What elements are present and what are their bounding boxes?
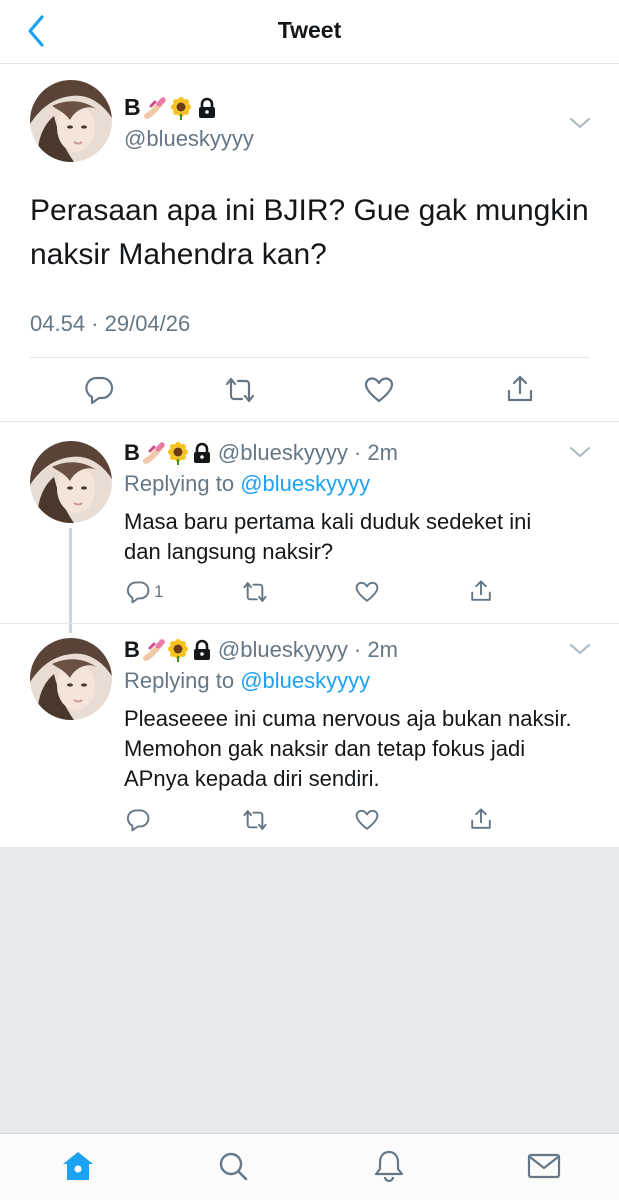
tweet-actions	[0, 804, 619, 840]
handle-and-time: @blueskyyyy · 2m	[217, 637, 398, 662]
reply-header: B @blueskyyyy · 2m	[124, 440, 398, 466]
reply-count: 1	[154, 582, 164, 601]
avatar[interactable]	[30, 80, 112, 162]
reply-icon[interactable]	[84, 376, 114, 404]
tweet-text: Perasaan apa ini BJIR? Gue gak mungkin n…	[30, 194, 589, 271]
display-name-text: B	[124, 440, 140, 465]
like-icon[interactable]	[355, 580, 379, 604]
replying-to: Replying to @blueskyyyy	[124, 471, 370, 497]
reply-header: B @blueskyyyy · 2m	[124, 637, 398, 663]
replying-to-label: Replying to	[124, 668, 235, 693]
home-icon	[61, 1150, 95, 1187]
nail-polish-icon	[142, 638, 166, 662]
display-name: B	[124, 94, 219, 121]
mail-icon	[527, 1152, 561, 1185]
lock-icon	[190, 638, 214, 662]
tweet-text: Masa baru pertama kali duduk sedeket ini…	[124, 509, 532, 564]
share-icon[interactable]	[505, 374, 535, 404]
replying-to-label: Replying to	[124, 471, 235, 496]
chevron-down-icon[interactable]	[568, 641, 592, 657]
replying-to-handle[interactable]: @blueskyyyy	[240, 668, 370, 693]
chevron-down-icon[interactable]	[568, 115, 592, 131]
reply-button[interactable]: 1	[126, 580, 163, 604]
lock-icon	[195, 96, 219, 120]
divider	[30, 357, 590, 358]
nail-polish-icon	[143, 96, 167, 120]
tab-messages[interactable]	[524, 1148, 564, 1188]
reply-icon[interactable]	[126, 808, 150, 832]
sunflower-icon	[166, 638, 190, 662]
display-name-text: B	[124, 94, 141, 120]
avatar[interactable]	[30, 441, 112, 523]
tweet-text: Pleaseeee ini cuma nervous aja bukan nak…	[124, 706, 572, 791]
tab-notifications[interactable]	[369, 1148, 409, 1188]
tab-search[interactable]	[213, 1148, 253, 1188]
tweet-timestamp: 04.54 · 29/04/26	[30, 311, 191, 336]
tab-home[interactable]	[58, 1148, 98, 1188]
handle[interactable]: @blueskyyyy	[124, 126, 254, 152]
retweet-icon[interactable]	[224, 376, 256, 404]
sunflower-icon	[166, 441, 190, 465]
chevron-down-icon[interactable]	[568, 444, 592, 460]
tweet-actions: 1	[0, 576, 619, 612]
handle-and-time: @blueskyyyy · 2m	[217, 440, 398, 465]
retweet-icon[interactable]	[242, 580, 268, 604]
bell-icon	[373, 1149, 405, 1188]
page-title: Tweet	[277, 17, 342, 43]
replying-to-handle[interactable]: @blueskyyyy	[240, 471, 370, 496]
nail-polish-icon	[142, 441, 166, 465]
retweet-icon[interactable]	[242, 808, 268, 832]
bottom-tab-bar	[0, 1133, 619, 1200]
share-icon[interactable]	[469, 578, 493, 604]
divider	[0, 421, 619, 422]
replying-to: Replying to @blueskyyyy	[124, 668, 370, 694]
search-icon	[217, 1150, 249, 1187]
tweet-actions	[0, 368, 619, 412]
sunflower-icon	[169, 96, 193, 120]
share-icon[interactable]	[469, 806, 493, 832]
lock-icon	[190, 441, 214, 465]
like-icon[interactable]	[364, 376, 394, 404]
like-icon[interactable]	[355, 808, 379, 832]
avatar[interactable]	[30, 638, 112, 720]
divider	[0, 623, 619, 624]
display-name-text: B	[124, 637, 140, 662]
top-nav-bar: Tweet	[0, 0, 619, 64]
